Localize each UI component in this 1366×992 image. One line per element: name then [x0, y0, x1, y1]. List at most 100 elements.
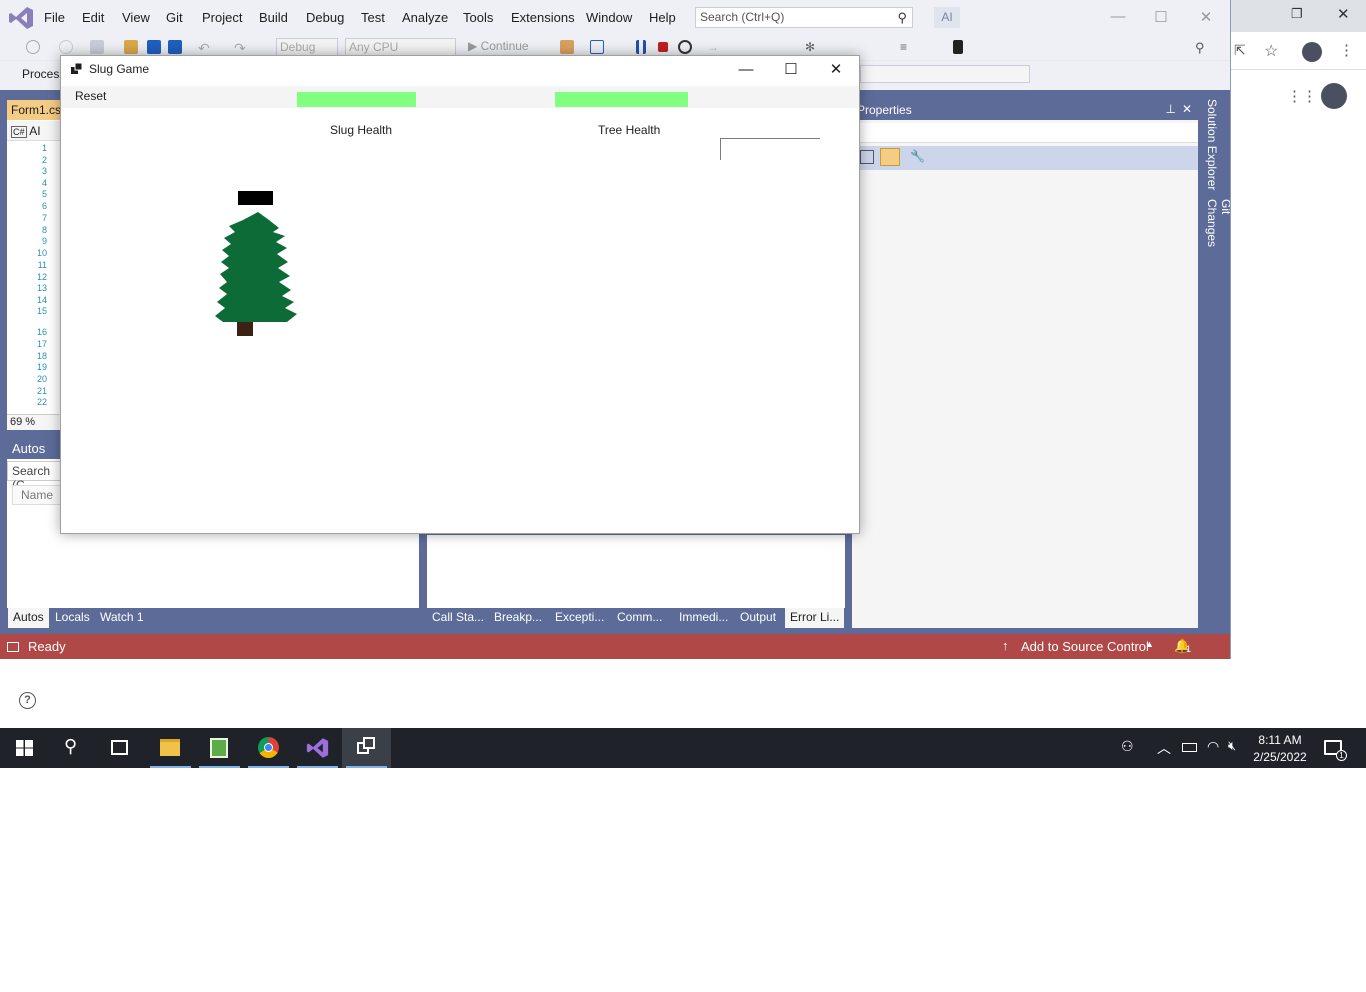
tab-breakpoints[interactable]: Breakp... — [489, 608, 548, 628]
form-maximize-icon[interactable]: ☐ — [768, 59, 814, 83]
pin-icon[interactable]: ⊥ — [1166, 102, 1176, 116]
configuration-combo[interactable]: Debug — [276, 38, 338, 56]
chrome-button[interactable] — [244, 728, 293, 768]
back-icon[interactable] — [26, 40, 40, 54]
battery-icon[interactable] — [1182, 743, 1197, 752]
wifi-icon[interactable]: ◠ — [1207, 738, 1219, 755]
platform-combo[interactable]: Any CPU — [345, 38, 456, 56]
menu-view[interactable]: View — [122, 10, 150, 25]
form-title: Slug Game — [89, 62, 150, 76]
people-icon[interactable]: ⚇ — [1121, 738, 1134, 755]
line-number: 10 — [36, 248, 47, 258]
menu-debug[interactable]: Debug — [306, 10, 344, 25]
open-folder-icon[interactable] — [124, 40, 138, 54]
save-all-icon[interactable] — [168, 40, 182, 54]
vs-search-input[interactable]: Search (Ctrl+Q) ⚲ — [695, 7, 913, 28]
stack-frame-combo[interactable] — [860, 65, 1030, 83]
autos-name-column[interactable]: Name — [12, 485, 62, 505]
tab-output[interactable]: Output — [735, 608, 782, 628]
volume-muted-icon[interactable]: 🔇︎ — [1228, 738, 1236, 754]
new-project-icon[interactable] — [90, 40, 104, 54]
vs-minimize-icon[interactable]: — — [1108, 8, 1128, 25]
menu-analyze[interactable]: Analyze — [402, 10, 448, 25]
show-hidden-icons-icon[interactable]: ︿ — [1157, 738, 1171, 758]
apps-grid-icon[interactable]: ⋮⋮ — [1287, 87, 1317, 105]
menu-project[interactable]: Project — [202, 10, 242, 25]
stop-icon[interactable] — [658, 42, 668, 52]
restart-icon[interactable] — [678, 40, 692, 54]
menu-build[interactable]: Build — [259, 10, 288, 25]
save-icon[interactable] — [147, 40, 161, 54]
categorized-icon[interactable] — [860, 150, 874, 164]
tab-call-stack[interactable]: Call Sta... — [427, 608, 490, 628]
tree-sprite[interactable] — [215, 210, 305, 340]
slug-sprite[interactable] — [238, 191, 273, 205]
menu-extensions[interactable]: Extensions — [511, 10, 575, 25]
tab-error-list[interactable]: Error Li... — [785, 608, 845, 628]
attach-icon[interactable] — [560, 40, 574, 54]
tab-command[interactable]: Comm... — [612, 608, 668, 628]
form-minimize-icon[interactable]: — — [723, 59, 769, 83]
file-explorer-button[interactable] — [146, 728, 195, 768]
share-icon[interactable]: ⇱ — [1234, 42, 1246, 59]
diagnostics-icon[interactable]: ✻ — [805, 40, 819, 54]
undo-icon[interactable]: ↶ — [198, 40, 212, 56]
tab-git-changes[interactable]: Git Changes — [1205, 199, 1230, 265]
vs-close-icon[interactable]: ✕ — [1196, 8, 1216, 26]
running-indicator — [199, 766, 240, 768]
properties-object-combo[interactable] — [852, 123, 1198, 143]
line-number: 20 — [36, 374, 47, 384]
live-share-icon[interactable]: ⚲ — [1195, 40, 1209, 55]
browser-toolbar: ⇱ ☆ ⋮ — [1231, 32, 1366, 70]
menu-window[interactable]: Window — [586, 10, 632, 25]
visual-studio-button[interactable] — [293, 728, 342, 768]
redo-icon[interactable]: ↷ — [234, 40, 248, 56]
add-to-source-control-button[interactable]: Add to Source Control — [1021, 639, 1149, 654]
taskbar-clock[interactable]: 8:11 AM 2/25/2022 — [1247, 732, 1313, 766]
show-next-statement-icon[interactable]: → — [707, 40, 721, 54]
continue-button[interactable]: ▶ Continue — [466, 38, 548, 56]
tab-watch-1[interactable]: Watch 1 — [95, 608, 149, 628]
vs-maximize-icon[interactable]: ☐ — [1151, 8, 1171, 26]
browser-restore-icon[interactable]: ❐ — [1291, 6, 1303, 22]
task-view-button[interactable] — [96, 728, 145, 768]
start-icon — [16, 740, 33, 756]
menu-file[interactable]: File — [44, 10, 65, 25]
forward-icon[interactable] — [59, 40, 73, 54]
input-textbox[interactable] — [720, 138, 820, 160]
taskbar-search-button[interactable]: ⚲ — [48, 728, 97, 768]
menu-tools[interactable]: Tools — [463, 10, 493, 25]
task-view-icon — [111, 740, 128, 755]
ai-badge[interactable]: AI — [934, 7, 960, 28]
menu-help[interactable]: Help — [649, 10, 676, 25]
browser-close-icon[interactable]: ✕ — [1337, 5, 1350, 23]
alphabetical-icon[interactable] — [880, 148, 900, 166]
tab-locals[interactable]: Locals — [50, 608, 95, 628]
autos-search-input[interactable]: Search (C — [7, 461, 67, 492]
tab-immediate[interactable]: Immedi... — [674, 608, 734, 628]
pause-icon[interactable] — [636, 40, 646, 54]
profile-avatar[interactable] — [1302, 42, 1322, 62]
bookmark-star-icon[interactable]: ☆ — [1264, 41, 1278, 61]
bookmark-icon[interactable] — [953, 40, 963, 54]
tab-autos[interactable]: Autos — [8, 608, 49, 628]
menu-git[interactable]: Git — [166, 10, 183, 25]
help-icon[interactable]: ? — [19, 692, 36, 709]
browser-tab-bar: ❐ ✕ — [1231, 0, 1366, 32]
account-avatar[interactable] — [1321, 83, 1347, 109]
zoom-level[interactable]: 69 % — [7, 414, 59, 430]
hot-reload-icon[interactable] — [590, 40, 604, 54]
reset-menu-item[interactable]: Reset — [75, 89, 106, 103]
property-pages-icon[interactable]: 🔧 — [910, 149, 925, 163]
tab-solution-explorer[interactable]: Solution Explorer — [1205, 99, 1219, 190]
menu-test[interactable]: Test — [361, 10, 385, 25]
form-close-icon[interactable]: ✕ — [813, 59, 859, 83]
notepad-button[interactable] — [195, 728, 244, 768]
indent-icon[interactable]: ≡ — [900, 40, 914, 54]
menu-edit[interactable]: Edit — [82, 10, 104, 25]
start-button[interactable] — [0, 728, 49, 768]
properties-close-icon[interactable]: ✕ — [1182, 102, 1192, 116]
tab-exceptions[interactable]: Excepti... — [550, 608, 610, 628]
browser-menu-icon[interactable]: ⋮ — [1339, 41, 1354, 59]
slug-game-taskbar-button[interactable] — [342, 728, 391, 768]
